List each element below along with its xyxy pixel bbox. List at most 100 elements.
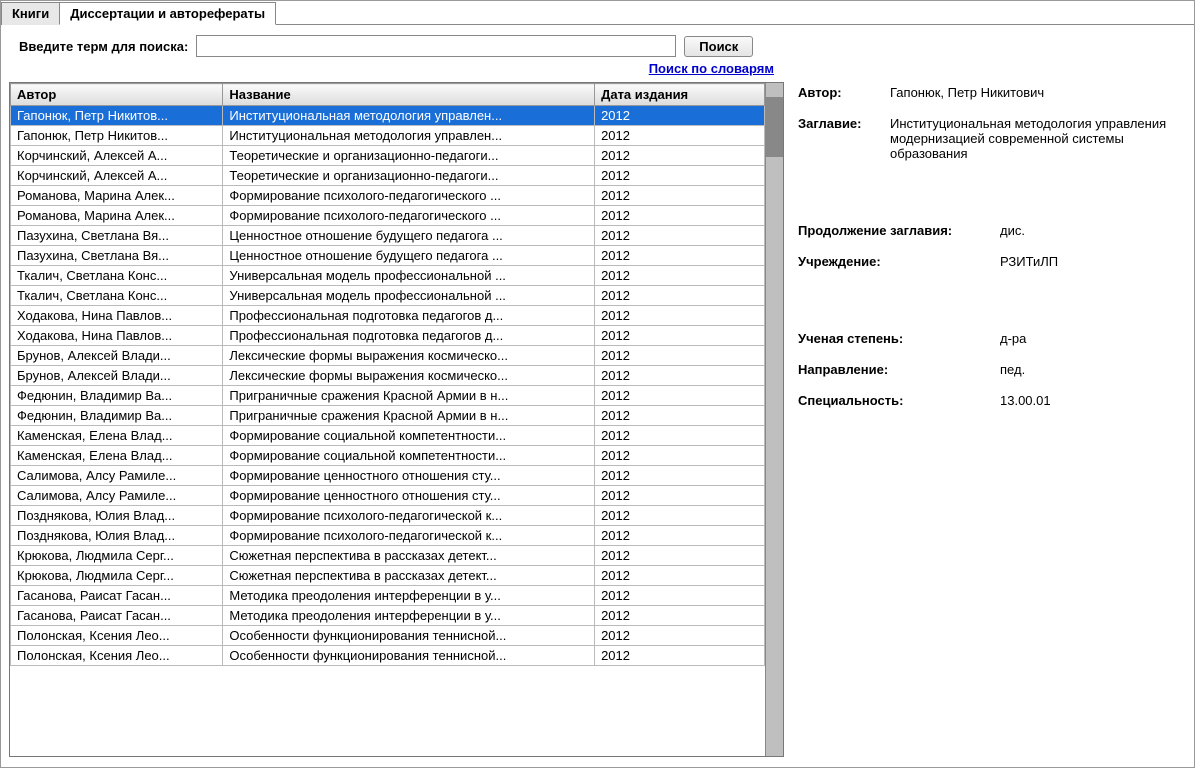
detail-degree-value: д-ра	[1000, 331, 1186, 346]
table-row[interactable]: Крюкова, Людмила Серг...Сюжетная перспек…	[11, 566, 765, 586]
table-row[interactable]: Романова, Марина Алек...Формирование пси…	[11, 206, 765, 226]
table-cell-year: 2012	[595, 226, 765, 246]
table-row[interactable]: Романова, Марина Алек...Формирование пси…	[11, 186, 765, 206]
table-row[interactable]: Брунов, Алексей Влади...Лексические форм…	[11, 366, 765, 386]
table-cell-title: Формирование психолого-педагогического .…	[223, 186, 595, 206]
vertical-scrollbar[interactable]	[765, 83, 783, 756]
table-row[interactable]: Федюнин, Владимир Ва...Приграничные сраж…	[11, 406, 765, 426]
table-row[interactable]: Каменская, Елена Влад...Формирование соц…	[11, 426, 765, 446]
search-input[interactable]	[196, 35, 676, 57]
table-cell-author: Гасанова, Раисат Гасан...	[11, 606, 223, 626]
table-cell-year: 2012	[595, 386, 765, 406]
table-cell-title: Формирование психолого-педагогического .…	[223, 206, 595, 226]
table-row[interactable]: Позднякова, Юлия Влад...Формирование пси…	[11, 506, 765, 526]
table-cell-author: Позднякова, Юлия Влад...	[11, 526, 223, 546]
tab-dissertations[interactable]: Диссертации и авторефераты	[59, 2, 276, 25]
table-row[interactable]: Пазухина, Светлана Вя...Ценностное отнош…	[11, 226, 765, 246]
table-cell-year: 2012	[595, 546, 765, 566]
detail-title-value: Институциональная методология управления…	[890, 116, 1186, 161]
table-row[interactable]: Корчинский, Алексей А...Теоретические и …	[11, 146, 765, 166]
table-cell-year: 2012	[595, 186, 765, 206]
detail-direction: Направление: пед.	[798, 362, 1186, 377]
detail-institution-value: РЗИТиЛП	[1000, 254, 1186, 269]
table-row[interactable]: Крюкова, Людмила Серг...Сюжетная перспек…	[11, 546, 765, 566]
table-cell-year: 2012	[595, 406, 765, 426]
table-row[interactable]: Корчинский, Алексей А...Теоретические и …	[11, 166, 765, 186]
search-button[interactable]: Поиск	[684, 36, 753, 57]
table-row[interactable]: Ткалич, Светлана Конс...Универсальная мо…	[11, 266, 765, 286]
col-header-title[interactable]: Название	[223, 84, 595, 106]
table-row[interactable]: Гапонюк, Петр Никитов...Институциональна…	[11, 126, 765, 146]
detail-title-label: Заглавие:	[798, 116, 878, 131]
table-cell-author: Брунов, Алексей Влади...	[11, 366, 223, 386]
app-frame: Книги Диссертации и авторефераты Введите…	[0, 0, 1195, 768]
table-cell-year: 2012	[595, 246, 765, 266]
table-cell-title: Ценностное отношение будущего педагога .…	[223, 226, 595, 246]
detail-degree: Ученая степень: д-ра	[798, 331, 1186, 346]
detail-subtitle-label: Продолжение заглавия:	[798, 223, 988, 238]
table-cell-author: Романова, Марина Алек...	[11, 186, 223, 206]
detail-specialty: Специальность: 13.00.01	[798, 393, 1186, 408]
detail-author-value: Гапонюк, Петр Никитович	[890, 85, 1186, 100]
results-table-container: Автор Название Дата издания Гапонюк, Пет…	[9, 82, 784, 757]
table-cell-author: Ходакова, Нина Павлов...	[11, 306, 223, 326]
table-row[interactable]: Пазухина, Светлана Вя...Ценностное отнош…	[11, 246, 765, 266]
table-row[interactable]: Федюнин, Владимир Ва...Приграничные сраж…	[11, 386, 765, 406]
table-row[interactable]: Салимова, Алсу Рамиле...Формирование цен…	[11, 466, 765, 486]
table-row[interactable]: Ходакова, Нина Павлов...Профессиональная…	[11, 326, 765, 346]
content-area: Введите терм для поиска: Поиск Поиск по …	[1, 25, 1194, 767]
table-cell-title: Сюжетная перспектива в рассказах детект.…	[223, 546, 595, 566]
col-header-year[interactable]: Дата издания	[595, 84, 765, 106]
table-cell-author: Полонская, Ксения Лео...	[11, 626, 223, 646]
dictionary-search-link[interactable]: Поиск по словарям	[649, 61, 774, 76]
table-cell-author: Салимова, Алсу Рамиле...	[11, 486, 223, 506]
table-cell-author: Пазухина, Светлана Вя...	[11, 246, 223, 266]
table-cell-year: 2012	[595, 166, 765, 186]
table-cell-author: Крюкова, Людмила Серг...	[11, 566, 223, 586]
table-cell-title: Особенности функционирования теннисной..…	[223, 646, 595, 666]
table-cell-year: 2012	[595, 526, 765, 546]
table-cell-title: Формирование психолого-педагогической к.…	[223, 506, 595, 526]
table-cell-title: Формирование социальной компетентности..…	[223, 426, 595, 446]
tab-books[interactable]: Книги	[1, 2, 60, 25]
table-row[interactable]: Брунов, Алексей Влади...Лексические форм…	[11, 346, 765, 366]
table-row[interactable]: Гасанова, Раисат Гасан...Методика преодо…	[11, 606, 765, 626]
table-row[interactable]: Полонская, Ксения Лео...Особенности функ…	[11, 646, 765, 666]
table-cell-year: 2012	[595, 146, 765, 166]
table-cell-author: Романова, Марина Алек...	[11, 206, 223, 226]
table-cell-title: Лексические формы выражения космическо..…	[223, 346, 595, 366]
table-cell-author: Гапонюк, Петр Никитов...	[11, 106, 223, 126]
table-cell-author: Корчинский, Алексей А...	[11, 146, 223, 166]
table-row[interactable]: Полонская, Ксения Лео...Особенности функ…	[11, 626, 765, 646]
table-cell-author: Гасанова, Раисат Гасан...	[11, 586, 223, 606]
table-cell-title: Методика преодоления интерференции в у..…	[223, 586, 595, 606]
col-header-author[interactable]: Автор	[11, 84, 223, 106]
table-cell-year: 2012	[595, 586, 765, 606]
table-cell-title: Универсальная модель профессиональной ..…	[223, 266, 595, 286]
table-row[interactable]: Гасанова, Раисат Гасан...Методика преодо…	[11, 586, 765, 606]
table-cell-year: 2012	[595, 426, 765, 446]
table-cell-title: Лексические формы выражения космическо..…	[223, 366, 595, 386]
table-cell-title: Методика преодоления интерференции в у..…	[223, 606, 595, 626]
table-row[interactable]: Ткалич, Светлана Конс...Универсальная мо…	[11, 286, 765, 306]
table-row[interactable]: Каменская, Елена Влад...Формирование соц…	[11, 446, 765, 466]
table-cell-title: Теоретические и организационно-педагоги.…	[223, 166, 595, 186]
scrollbar-thumb[interactable]	[766, 97, 783, 157]
table-row[interactable]: Позднякова, Юлия Влад...Формирование пси…	[11, 526, 765, 546]
table-cell-author: Федюнин, Владимир Ва...	[11, 406, 223, 426]
table-cell-title: Теоретические и организационно-педагоги.…	[223, 146, 595, 166]
table-cell-title: Ценностное отношение будущего педагога .…	[223, 246, 595, 266]
detail-author: Автор: Гапонюк, Петр Никитович	[798, 85, 1186, 100]
table-cell-year: 2012	[595, 266, 765, 286]
table-cell-year: 2012	[595, 286, 765, 306]
left-panel: Введите терм для поиска: Поиск Поиск по …	[9, 35, 784, 757]
table-row[interactable]: Салимова, Алсу Рамиле...Формирование цен…	[11, 486, 765, 506]
search-row: Введите терм для поиска: Поиск	[9, 35, 784, 57]
table-row[interactable]: Ходакова, Нина Павлов...Профессиональная…	[11, 306, 765, 326]
spacer	[798, 285, 1186, 315]
table-cell-year: 2012	[595, 626, 765, 646]
detail-title: Заглавие: Институциональная методология …	[798, 116, 1186, 161]
table-cell-author: Федюнин, Владимир Ва...	[11, 386, 223, 406]
table-row[interactable]: Гапонюк, Петр Никитов...Институциональна…	[11, 106, 765, 126]
spacer	[798, 177, 1186, 207]
